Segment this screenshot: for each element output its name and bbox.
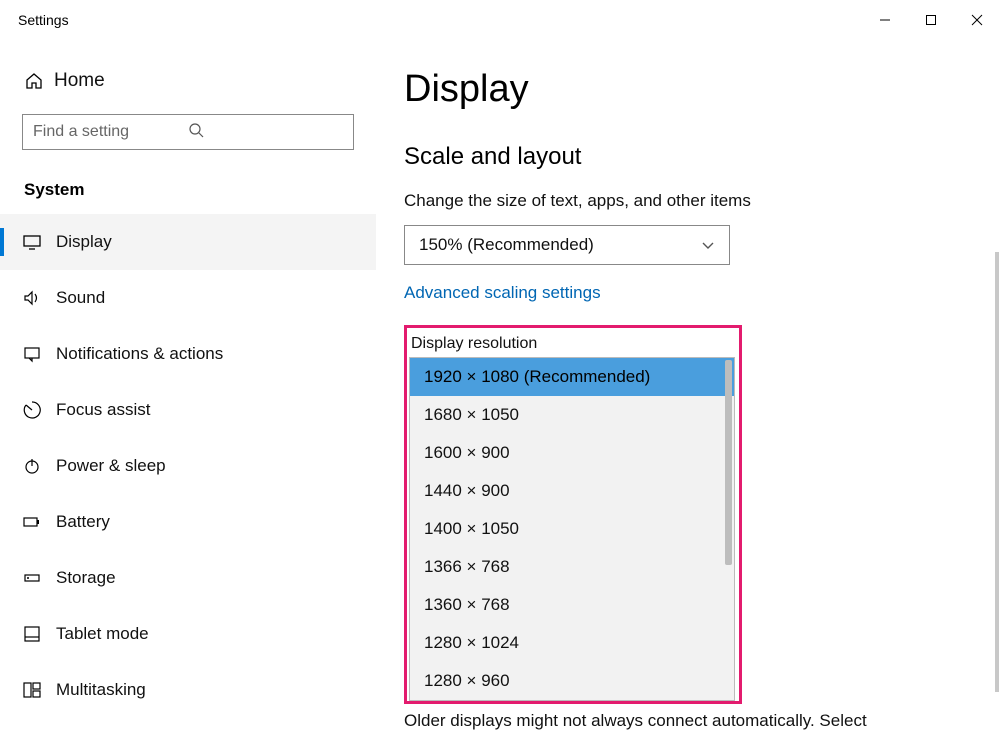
sidebar-item-label: Display	[56, 232, 112, 252]
sidebar-item-sound[interactable]: Sound	[0, 270, 376, 326]
section-title: Scale and layout	[404, 143, 970, 171]
storage-icon	[22, 568, 56, 588]
home-nav-item[interactable]: Home	[0, 60, 376, 102]
advanced-scaling-link[interactable]: Advanced scaling settings	[404, 283, 601, 303]
resolution-option[interactable]: 1600 × 900	[410, 434, 734, 472]
obscured-help-text: Older displays might not always connect …	[404, 708, 904, 734]
multitasking-icon	[22, 680, 56, 700]
display-icon	[22, 232, 56, 252]
sidebar-item-label: Multitasking	[56, 680, 146, 700]
resolution-option[interactable]: 1280 × 960	[410, 662, 734, 700]
sidebar-item-label: Focus assist	[56, 400, 150, 420]
sidebar-item-storage[interactable]: Storage	[0, 550, 376, 606]
sidebar-item-battery[interactable]: Battery	[0, 494, 376, 550]
resolution-option[interactable]: 1400 × 1050	[410, 510, 734, 548]
maximize-button[interactable]	[908, 0, 954, 40]
resolution-dropdown[interactable]: 1920 × 1080 (Recommended) 1680 × 1050 16…	[409, 357, 735, 701]
window-title: Settings	[18, 12, 69, 28]
resolution-option[interactable]: 1360 × 768	[410, 586, 734, 624]
search-placeholder: Find a setting	[33, 123, 188, 141]
dropdown-scrollbar[interactable]	[725, 360, 732, 565]
sidebar-item-multitasking[interactable]: Multitasking	[0, 662, 376, 718]
tablet-icon	[22, 624, 56, 644]
sidebar-item-focus-assist[interactable]: Focus assist	[0, 382, 376, 438]
resolution-option[interactable]: 1280 × 1024	[410, 624, 734, 662]
sidebar-section-label: System	[0, 162, 376, 214]
scale-combo[interactable]: 150% (Recommended)	[404, 225, 730, 265]
sound-icon	[22, 288, 56, 308]
resolution-option[interactable]: 1680 × 1050	[410, 396, 734, 434]
titlebar: Settings	[0, 0, 1000, 40]
scale-combo-value: 150% (Recommended)	[419, 235, 594, 255]
scale-label: Change the size of text, apps, and other…	[404, 191, 970, 211]
sidebar-item-tablet-mode[interactable]: Tablet mode	[0, 606, 376, 662]
sidebar-item-notifications[interactable]: Notifications & actions	[0, 326, 376, 382]
close-button[interactable]	[954, 0, 1000, 40]
sidebar-item-label: Battery	[56, 512, 110, 532]
minimize-button[interactable]	[862, 0, 908, 40]
resolution-highlight-box: Display resolution 1920 × 1080 (Recommen…	[404, 325, 742, 704]
home-label: Home	[54, 70, 105, 92]
content-area: Display Scale and layout Change the size…	[376, 40, 1000, 734]
resolution-option[interactable]: 1440 × 900	[410, 472, 734, 510]
home-icon	[24, 71, 54, 91]
power-icon	[22, 456, 56, 476]
battery-icon	[22, 512, 56, 532]
resolution-option[interactable]: 1920 × 1080 (Recommended)	[410, 358, 734, 396]
sidebar: Home Find a setting System Display Sound	[0, 40, 376, 734]
search-icon	[188, 122, 343, 143]
sidebar-item-label: Storage	[56, 568, 116, 588]
sidebar-item-label: Power & sleep	[56, 456, 166, 476]
sidebar-item-label: Sound	[56, 288, 105, 308]
sidebar-item-power-sleep[interactable]: Power & sleep	[0, 438, 376, 494]
chevron-down-icon	[701, 238, 715, 252]
notifications-icon	[22, 344, 56, 364]
content-scrollbar[interactable]	[995, 252, 999, 692]
page-title: Display	[404, 68, 970, 111]
resolution-label: Display resolution	[409, 333, 735, 357]
search-input[interactable]: Find a setting	[22, 114, 354, 150]
resolution-option[interactable]: 1366 × 768	[410, 548, 734, 586]
sidebar-item-label: Tablet mode	[56, 624, 149, 644]
window-buttons	[862, 0, 1000, 40]
sidebar-item-label: Notifications & actions	[56, 344, 223, 364]
sidebar-item-display[interactable]: Display	[0, 214, 376, 270]
focus-assist-icon	[22, 400, 56, 420]
